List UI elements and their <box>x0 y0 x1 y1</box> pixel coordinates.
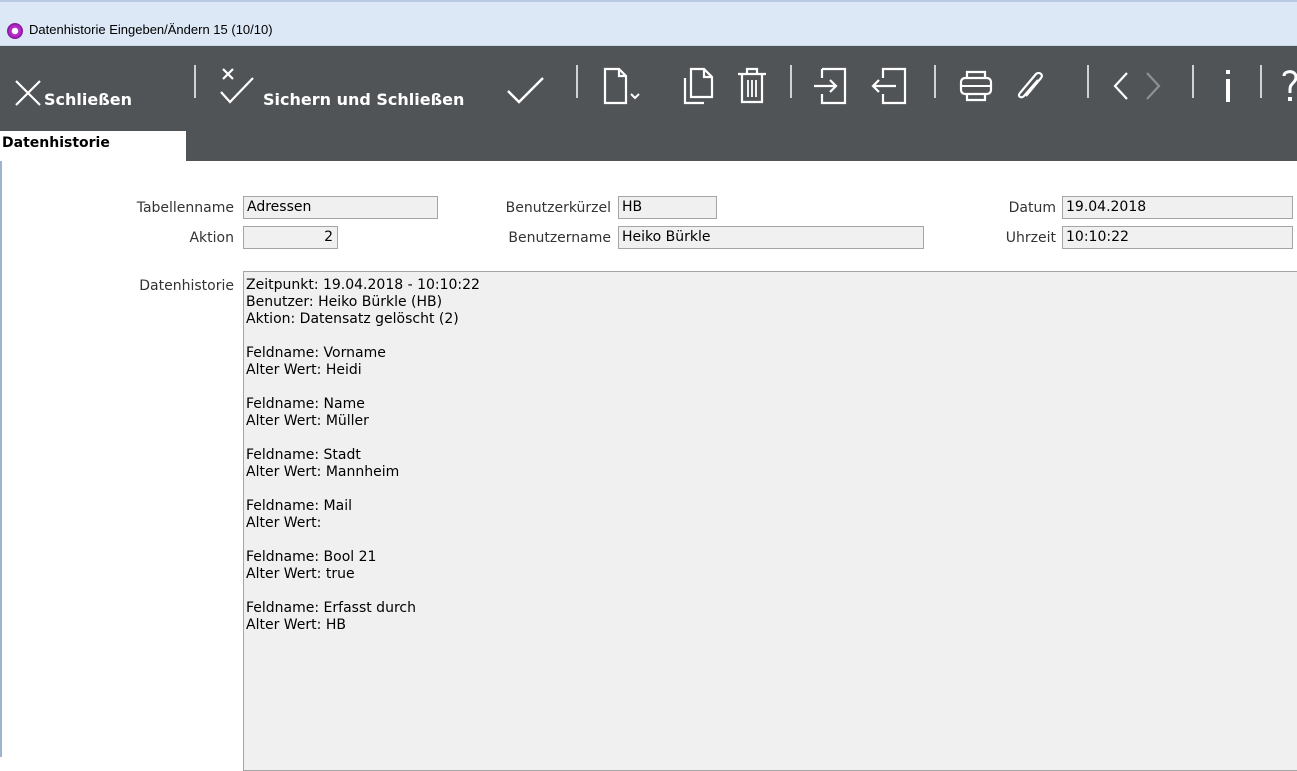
toolbar-separator <box>790 65 792 98</box>
history-field-name: Feldname: Stadt <box>246 447 361 463</box>
datum-label: Datum <box>1008 200 1056 216</box>
new-document-icon <box>603 67 640 105</box>
title-bar: Datenhistorie Eingeben/Ändern 15 (10/10) <box>0 0 1297 46</box>
toolbar: Schließen Sichern und Schließen <box>0 46 1297 131</box>
export-button[interactable] <box>870 46 908 131</box>
tabellenname-label: Tabellenname <box>136 200 234 216</box>
printer-icon <box>959 70 993 102</box>
benutzername-field[interactable]: Heiko Bürkle <box>618 226 924 249</box>
history-field-name: Feldname: Name <box>246 396 365 412</box>
history-timestamp: Zeitpunkt: 19.04.2018 - 10:10:22 <box>246 277 480 293</box>
toolbar-separator <box>1192 65 1194 98</box>
history-field-name: Feldname: Bool 21 <box>246 549 377 565</box>
datum-field[interactable]: 19.04.2018 <box>1062 196 1293 219</box>
copy-icon <box>683 67 714 105</box>
history-old-value: Alter Wert: <box>246 515 322 531</box>
help-icon <box>1282 70 1297 101</box>
history-user: Benutzer: Heiko Bürkle (HB) <box>246 294 443 310</box>
uhrzeit-label: Uhrzeit <box>1005 230 1056 246</box>
toolbar-separator <box>1087 65 1089 98</box>
next-record-button[interactable] <box>1142 46 1164 131</box>
toolbar-separator <box>934 65 936 98</box>
help-button[interactable] <box>1280 46 1297 131</box>
history-old-value: Alter Wert: Heidi <box>246 362 362 378</box>
aktion-field[interactable]: 2 <box>243 226 338 249</box>
tab-datenhistorie-label: Datenhistorie <box>2 135 110 151</box>
chevron-right-icon <box>1146 72 1161 100</box>
benutzerkuerzel-field[interactable]: HB <box>618 196 717 219</box>
history-old-value: Alter Wert: true <box>246 566 355 582</box>
close-button[interactable]: Schließen <box>12 46 180 131</box>
save-close-button-label: Sichern und Schließen <box>263 90 465 109</box>
tabellenname-field[interactable]: Adressen <box>243 196 438 219</box>
print-button[interactable] <box>958 46 994 131</box>
paperclip-icon <box>1017 71 1043 99</box>
chevron-left-icon <box>1113 72 1128 100</box>
app-icon <box>7 23 23 39</box>
aktion-label: Aktion <box>189 230 234 246</box>
benutzerkuerzel-label: Benutzerkürzel <box>505 200 611 216</box>
window-title: Datenhistorie Eingeben/Ändern 15 (10/10) <box>29 22 273 37</box>
toolbar-separator <box>1260 65 1262 98</box>
info-button[interactable] <box>1218 46 1238 131</box>
close-icon <box>15 80 41 106</box>
save-close-icon <box>220 68 254 104</box>
import-button[interactable] <box>812 46 848 131</box>
history-action: Aktion: Datensatz gelöscht (2) <box>246 311 459 327</box>
history-field-name: Feldname: Vorname <box>246 345 386 361</box>
history-old-value: Alter Wert: HB <box>246 617 346 633</box>
save-button[interactable] <box>505 46 547 131</box>
history-old-value: Alter Wert: Müller <box>246 413 369 429</box>
history-field-name: Feldname: Mail <box>246 498 352 514</box>
export-icon <box>871 67 907 105</box>
tab-strip <box>186 131 1297 161</box>
trash-icon <box>738 67 766 104</box>
copy-record-button[interactable] <box>682 46 716 131</box>
toolbar-separator <box>194 65 196 98</box>
history-old-value: Alter Wert: Mannheim <box>246 464 400 480</box>
uhrzeit-field[interactable]: 10:10:22 <box>1062 226 1293 249</box>
save-and-close-button[interactable]: Sichern und Schließen <box>217 46 505 131</box>
checkmark-icon <box>507 77 544 104</box>
attachment-button[interactable] <box>1012 46 1048 131</box>
benutzername-label: Benutzername <box>508 230 611 246</box>
datenhistorie-label: Datenhistorie <box>139 278 234 294</box>
toolbar-separator <box>576 65 578 98</box>
history-field-name: Feldname: Erfasst durch <box>246 600 416 616</box>
delete-button[interactable] <box>736 46 768 131</box>
datenhistorie-memo[interactable]: Zeitpunkt: 19.04.2018 - 10:10:22 Benutze… <box>243 271 1297 771</box>
info-icon <box>1226 70 1230 102</box>
import-icon <box>814 67 847 105</box>
new-record-button[interactable] <box>602 46 648 131</box>
close-button-label: Schließen <box>44 90 132 109</box>
previous-record-button[interactable] <box>1110 46 1132 131</box>
